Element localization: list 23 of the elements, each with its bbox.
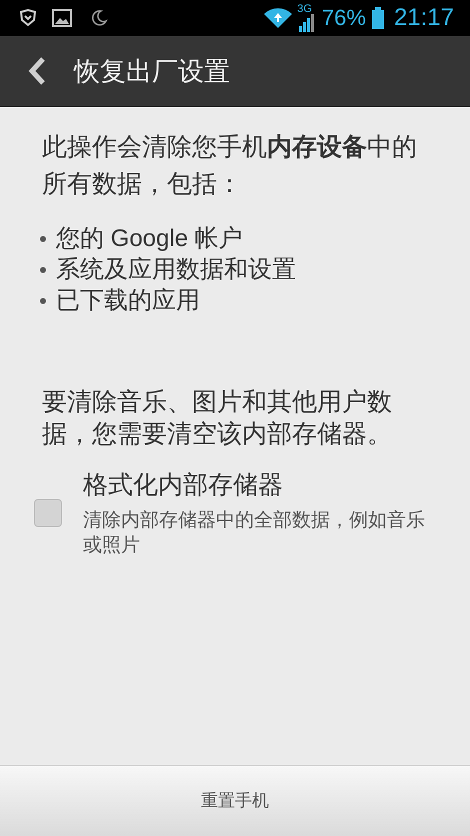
- moon-icon: [90, 9, 108, 27]
- back-icon: [27, 56, 47, 86]
- page-title: 恢复出厂设置: [74, 54, 230, 88]
- shield-icon: [18, 8, 38, 28]
- option-title: 格式化内部存储器: [83, 470, 284, 501]
- battery-icon: [372, 7, 384, 29]
- bullet-icon: [40, 266, 46, 272]
- list-item: 您的 Google 帐户: [56, 224, 243, 254]
- note-text: 要清除音乐、图片和其他用户数据，您需要清空该内部存储器。: [42, 387, 393, 450]
- bullet-icon: [40, 236, 46, 242]
- bullet-icon: [40, 298, 46, 304]
- clock: 21:17: [394, 6, 454, 30]
- intro-text: 此操作会清除您手机内存设备中的所有数据，包括：: [42, 132, 418, 200]
- network-type: 3G: [297, 4, 312, 15]
- signal-icon: [298, 12, 316, 32]
- battery-percent: 76%: [322, 7, 366, 29]
- wifi-icon: [263, 7, 294, 29]
- list-item: 已下载的应用: [56, 286, 200, 316]
- list-item: 系统及应用数据和设置: [56, 255, 296, 285]
- format-checkbox[interactable]: [34, 499, 62, 527]
- reset-phone-button[interactable]: 重置手机: [0, 765, 470, 836]
- option-description: 清除内部存储器中的全部数据，例如音乐或照片: [83, 509, 426, 558]
- image-icon: [52, 9, 72, 27]
